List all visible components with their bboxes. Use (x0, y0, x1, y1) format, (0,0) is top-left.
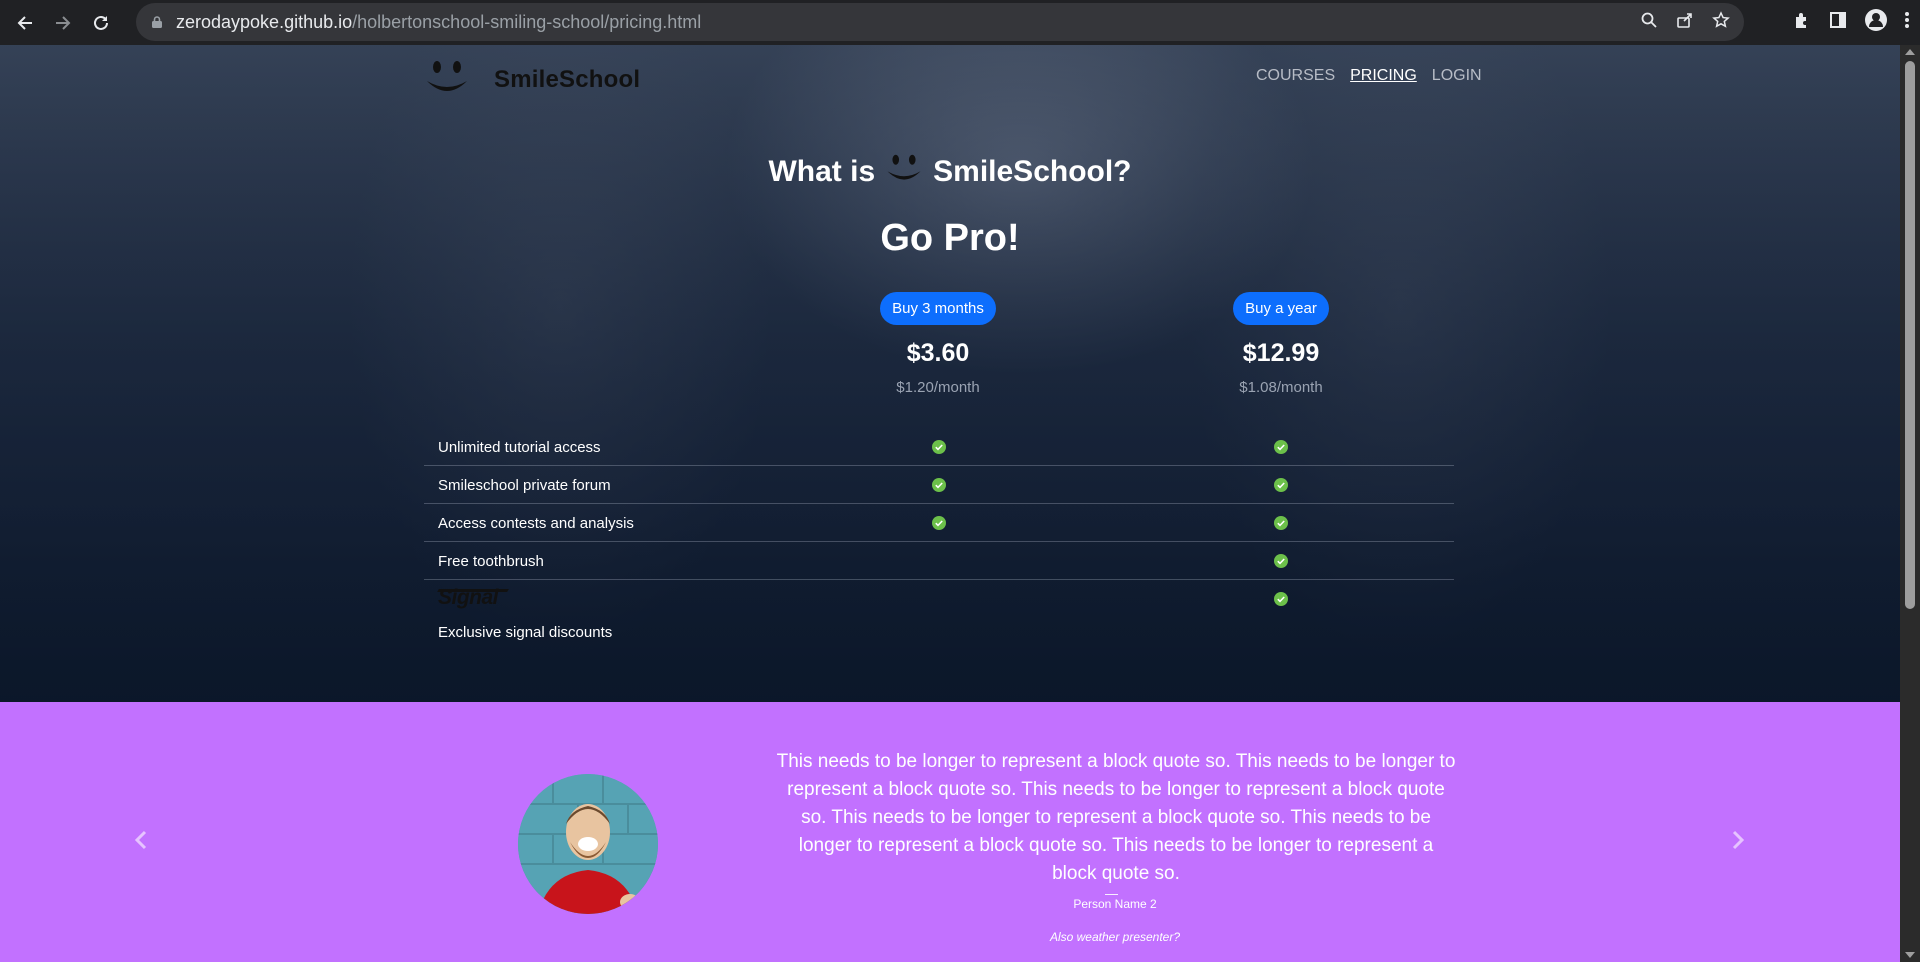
plan-3-months: Buy 3 months $3.60 $1.20/month (838, 292, 1038, 396)
url-path: /holbertonschool-smiling-school/pricing.… (352, 11, 702, 32)
check-circle-icon (1274, 516, 1288, 530)
logo-text: SmileSchool (494, 65, 641, 93)
nav-courses[interactable]: COURSES (1256, 67, 1335, 85)
menu-dots-icon[interactable] (1904, 10, 1910, 35)
nav-login[interactable]: LOGIN (1432, 67, 1482, 85)
features-table: Unlimited tutorial access Smileschool pr… (424, 428, 1454, 652)
buy-3-months-button[interactable]: Buy 3 months (880, 292, 996, 325)
testimonial-quote: This needs to be longer to represent a b… (776, 751, 1456, 884)
zoom-icon[interactable] (1640, 11, 1658, 34)
site-logo[interactable]: SmileSchool (424, 57, 640, 102)
plan-price: $3.60 (906, 339, 970, 367)
avatar (518, 774, 658, 914)
carousel-prev-icon[interactable] (130, 829, 152, 851)
feature-row: Free toothbrush (424, 542, 1454, 580)
scroll-down-icon[interactable] (1905, 952, 1915, 958)
bookmark-star-icon[interactable] (1712, 10, 1730, 34)
forward-icon[interactable] (44, 4, 82, 42)
feature-label: Unlimited tutorial access (438, 439, 601, 456)
scroll-up-icon[interactable] (1905, 49, 1915, 55)
nav-pricing[interactable]: PRICING (1350, 67, 1417, 85)
back-icon[interactable] (6, 4, 44, 42)
hero-section: SmileSchool COURSES PRICING LOGIN What i… (0, 45, 1900, 702)
check-circle-icon (1274, 478, 1288, 492)
feature-label: Smileschool private forum (438, 477, 611, 494)
what-is-heading: What is SmileSchool? (0, 151, 1900, 193)
plan-year: Buy a year $12.99 $1.08/month (1181, 292, 1381, 396)
check-circle-icon (1274, 592, 1288, 606)
carousel-next-icon[interactable] (1727, 829, 1749, 851)
person-name: Person Name 2 (1073, 897, 1157, 911)
check-circle-icon (932, 516, 946, 530)
feature-label: Access contests and analysis (438, 515, 634, 532)
profile-icon[interactable] (1864, 8, 1888, 37)
feature-row: Smileschool private forum (424, 466, 1454, 504)
person-title: Also weather presenter? (1049, 930, 1181, 944)
url-text: zerodaypoke.github.io/holbertonschool-sm… (176, 12, 701, 33)
extensions-icon[interactable] (1792, 10, 1812, 35)
what-name: SmileSchool? (933, 155, 1132, 188)
buy-a-year-button[interactable]: Buy a year (1233, 292, 1329, 325)
plan-price: $12.99 (1242, 339, 1320, 367)
signal-logo: Signal (438, 586, 499, 609)
plan-per-month: $1.20/month (896, 379, 980, 396)
lock-icon (150, 15, 164, 29)
share-icon[interactable] (1676, 11, 1694, 34)
what-prefix: What is (768, 155, 876, 188)
browser-toolbar: zerodaypoke.github.io/holbertonschool-sm… (0, 0, 1920, 45)
page-scrollbar[interactable] (1900, 45, 1920, 962)
check-circle-icon (1274, 440, 1288, 454)
plan-per-month: $1.08/month (1239, 379, 1323, 396)
go-pro-heading: Go Pro! (880, 217, 1020, 259)
testimonial-carousel: This needs to be longer to represent a b… (0, 702, 1900, 962)
feature-row: Unlimited tutorial access (424, 428, 1454, 466)
feature-label: Exclusive signal discounts (438, 624, 613, 641)
reload-icon[interactable] (82, 4, 120, 42)
smiley-inline-icon (885, 151, 923, 193)
url-host: zerodaypoke.github.io (176, 11, 353, 32)
page-viewport: SmileSchool COURSES PRICING LOGIN What i… (0, 45, 1900, 962)
smiley-logo-icon (424, 57, 470, 102)
side-panel-icon[interactable] (1828, 10, 1848, 35)
check-circle-icon (932, 440, 946, 454)
check-circle-icon (1274, 554, 1288, 568)
feature-row-signal: Signal Exclusive signal discounts (424, 580, 1454, 652)
scrollbar-thumb[interactable] (1905, 61, 1915, 609)
check-circle-icon (932, 478, 946, 492)
top-nav: COURSES PRICING LOGIN (1256, 67, 1482, 85)
address-bar[interactable]: zerodaypoke.github.io/holbertonschool-sm… (136, 3, 1744, 41)
feature-label: Free toothbrush (438, 553, 544, 570)
feature-row: Access contests and analysis (424, 504, 1454, 542)
